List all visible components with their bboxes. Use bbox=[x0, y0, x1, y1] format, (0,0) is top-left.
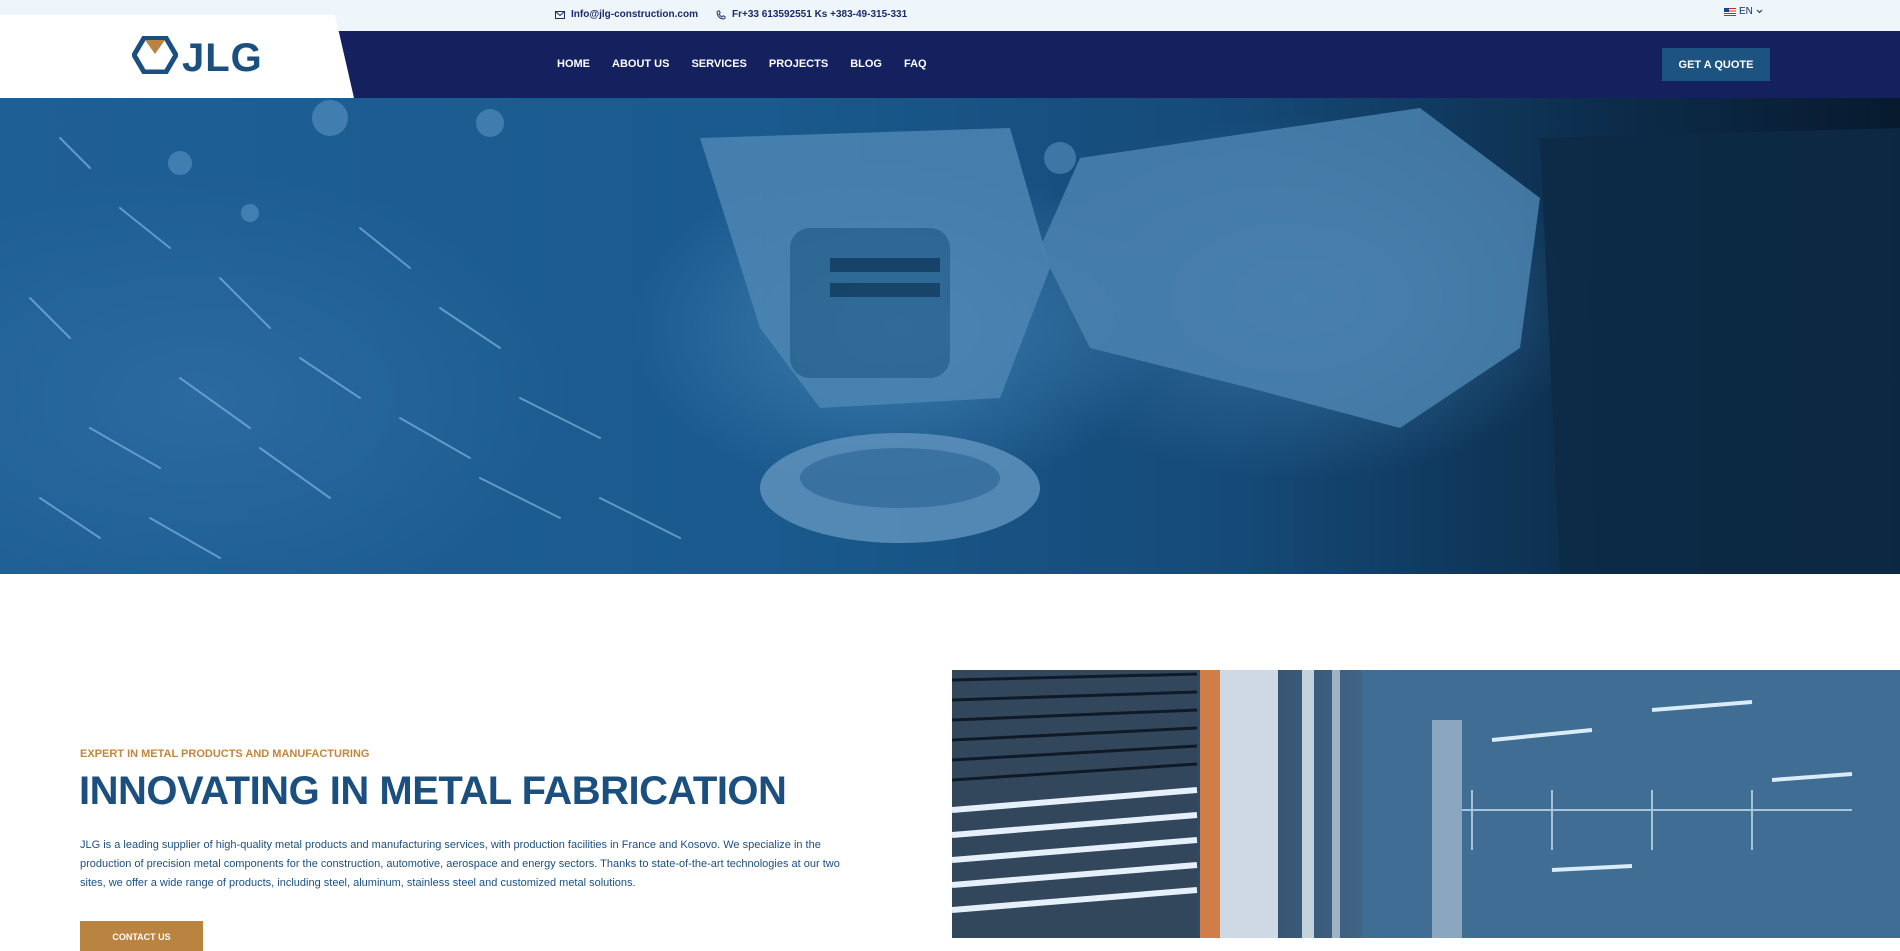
chevron-down-icon bbox=[1756, 6, 1763, 17]
factory-image bbox=[952, 670, 1900, 938]
language-selector[interactable]: EN bbox=[1724, 6, 1763, 17]
contact-us-button[interactable]: CONTACT US bbox=[80, 921, 203, 951]
hero-graphic bbox=[29, 100, 1900, 574]
nav-home[interactable]: HOME bbox=[557, 58, 590, 70]
nav-blog[interactable]: BLOG bbox=[850, 58, 882, 70]
phone-icon bbox=[716, 10, 726, 20]
phone-text: Fr+33 613592551 Ks +383-49-315-331 bbox=[732, 9, 908, 20]
factory-graphic bbox=[952, 670, 1900, 938]
section-body-text: JLG is a leading supplier of high-qualit… bbox=[80, 839, 840, 889]
logo-mark-icon bbox=[131, 35, 179, 79]
site-logo[interactable]: JLG bbox=[131, 35, 263, 80]
nav-services[interactable]: SERVICES bbox=[691, 58, 746, 70]
nav-faq[interactable]: FAQ bbox=[904, 58, 927, 70]
email-text: Info@jlg-construction.com bbox=[571, 9, 698, 20]
primary-nav: HOME ABOUT US SERVICES PROJECTS BLOG FAQ bbox=[557, 58, 949, 70]
section-eyebrow: EXPERT IN METAL PRODUCTS AND MANUFACTURI… bbox=[80, 748, 370, 760]
logo-text: JLG bbox=[182, 35, 263, 80]
phone-link[interactable]: Fr+33 613592551 Ks +383-49-315-331 bbox=[716, 9, 907, 20]
section-headline: INNOVATING IN METAL FABRICATION bbox=[79, 769, 787, 813]
get-a-quote-button[interactable]: GET A QUOTE bbox=[1662, 48, 1770, 81]
email-link[interactable]: Info@jlg-construction.com bbox=[555, 9, 698, 20]
nav-about-us[interactable]: ABOUT US bbox=[612, 58, 669, 70]
us-flag-icon bbox=[1724, 7, 1736, 16]
nav-projects[interactable]: PROJECTS bbox=[769, 58, 828, 70]
hero-image bbox=[0, 98, 1900, 574]
envelope-icon bbox=[555, 10, 565, 19]
language-label: EN bbox=[1739, 6, 1753, 17]
